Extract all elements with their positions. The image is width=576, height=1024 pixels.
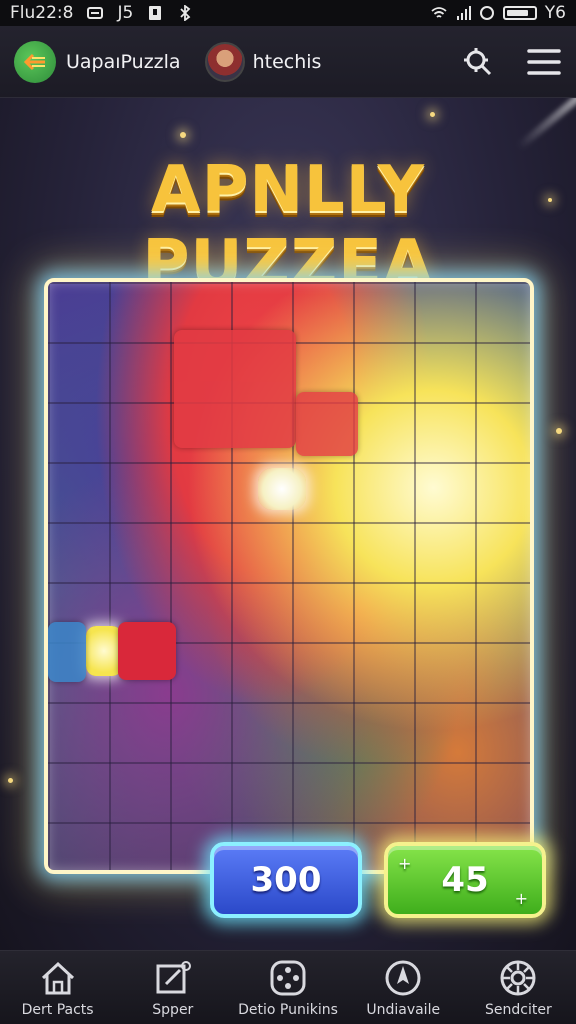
nav-label: Sendciter [485,1001,552,1018]
bluetooth-icon [180,5,191,21]
empty-slot[interactable] [258,468,306,510]
nav-item-home[interactable]: Dert Pacts [0,951,115,1024]
puzzle-piece[interactable] [296,392,358,456]
score-blue-value: 300 [250,860,322,900]
signal-icon [456,6,471,20]
light-beam [516,98,576,151]
nav-label: Detio Punikins [238,1001,338,1018]
battery-icon [502,6,537,20]
sparkle [180,132,186,138]
nav-label: Spper [152,1001,194,1018]
puzzle-piece[interactable] [118,622,176,680]
app-logo[interactable] [14,40,56,83]
score-blue-button[interactable]: 300 [210,842,362,918]
menu-button[interactable] [526,44,562,80]
home-icon [38,958,78,998]
nav-item-dice[interactable]: Detio Punikins [230,951,345,1024]
score-green-button[interactable]: + 45 + [384,842,546,918]
search-button[interactable] [460,44,496,80]
status-bar: Flu22:8 J5 Y6 [0,0,576,26]
sparkle [8,778,13,783]
game-area: APNLLY PUZZEA 300 + 45 + [0,98,576,950]
bottom-nav: Dert Pacts Spper Detio Punikins Undiavai… [0,950,576,1024]
status-battery-text: Y6 [544,3,566,23]
nav-item-compass[interactable]: Undiavaile [346,951,461,1024]
plus-icon: + [398,854,412,873]
status-left-text: J5 [117,3,134,23]
nav-item-edit[interactable]: Spper [115,951,230,1024]
nav-label: Undiavaile [366,1001,441,1018]
back-arrow-icon [23,53,45,70]
user-name: htechis [252,50,322,73]
nav-item-settings[interactable]: Sendciter [461,951,576,1024]
sync-icon [479,6,494,20]
puzzle-board[interactable] [44,278,534,874]
puzzle-piece[interactable] [48,622,86,682]
nav-label: Dert Pacts [21,1001,94,1018]
puzzle-piece[interactable] [174,330,296,448]
status-time: Flu22:8 [10,3,74,23]
app-name: UapaıPuzzla [66,50,181,73]
hamburger-icon [527,48,561,75]
settings-wheel-icon [498,958,538,998]
avatar[interactable] [204,41,245,82]
score-green-value: 45 [441,860,489,900]
lock-icon [149,6,162,20]
empty-slot[interactable] [86,626,122,676]
search-icon [464,47,492,75]
compass-icon [383,958,423,998]
plus-icon: + [514,889,528,908]
dice-icon [268,958,308,998]
wifi-icon [431,7,447,18]
sparkle [556,428,562,434]
sparkle [430,112,435,117]
edit-icon [153,958,193,998]
message-icon [87,7,104,19]
app-header: UapaıPuzzla htechis [0,26,576,98]
